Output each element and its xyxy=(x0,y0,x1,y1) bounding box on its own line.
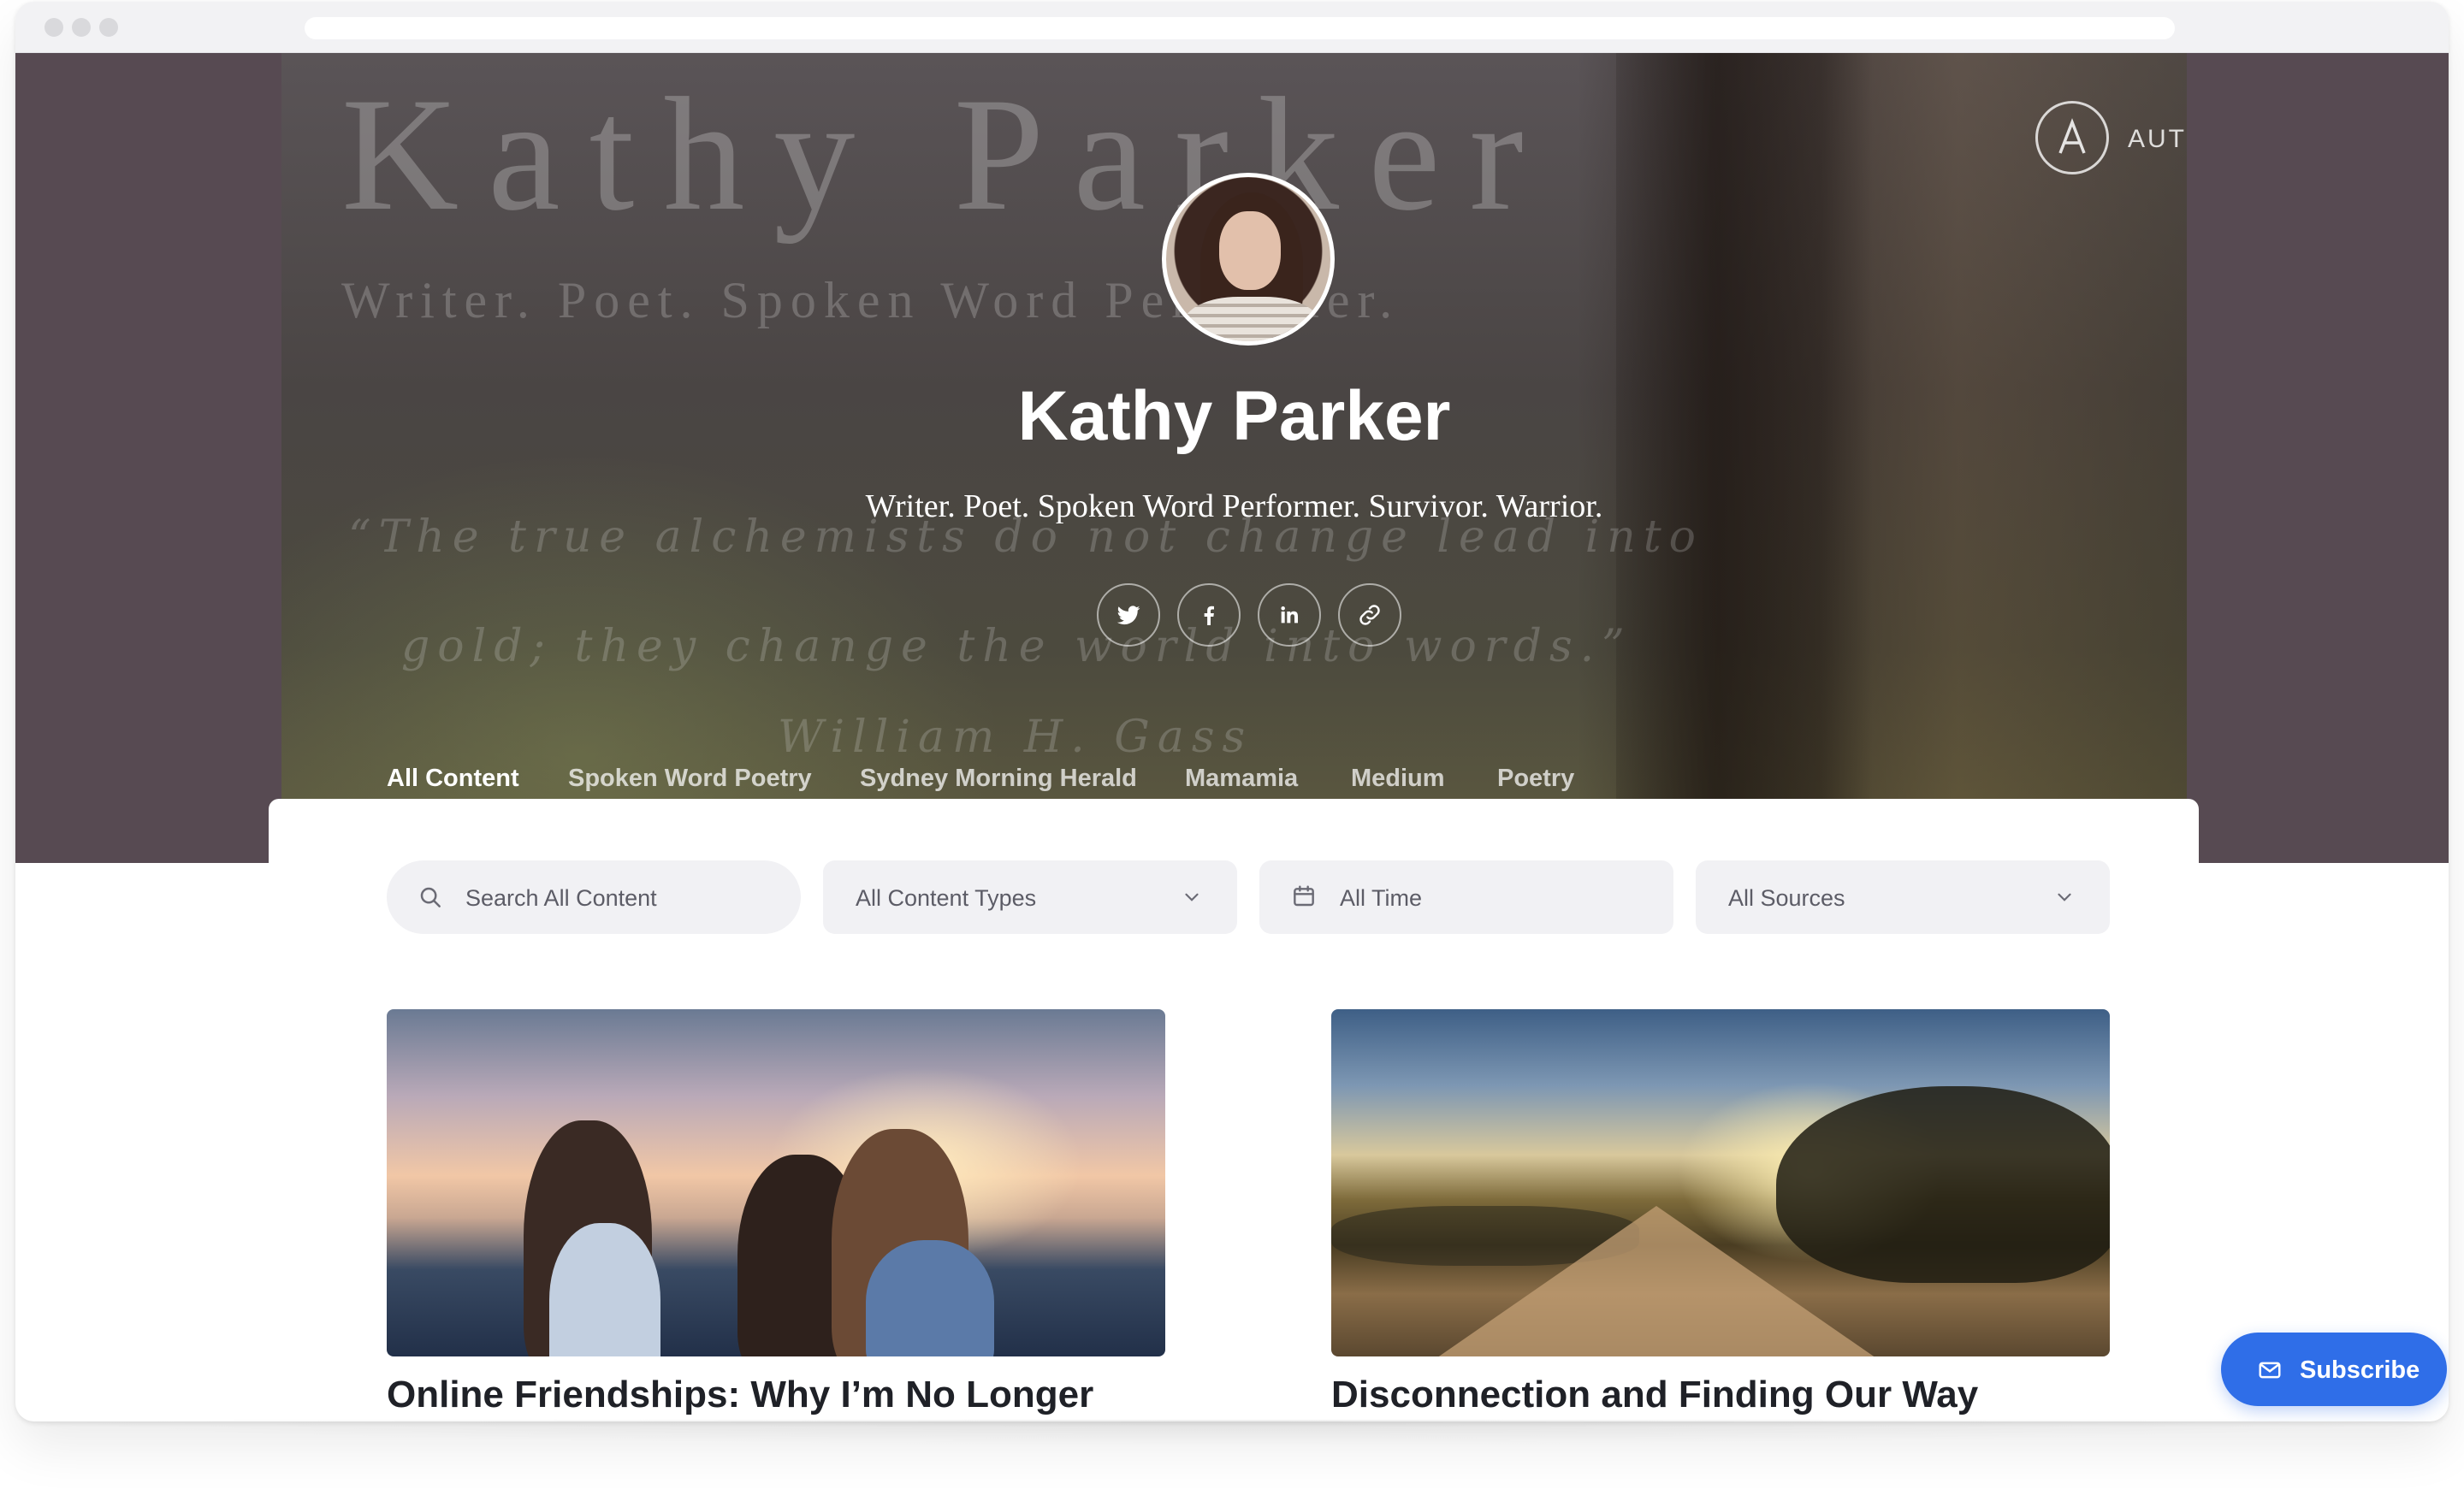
authory-brand[interactable]: AUTHORY xyxy=(2128,125,2187,154)
hero-background-name: Kathy Parker xyxy=(341,65,1553,245)
linkedin-icon xyxy=(1281,606,1298,623)
chevron-down-icon xyxy=(1185,893,1199,901)
calendar-icon xyxy=(1294,885,1314,907)
window-close-dot[interactable] xyxy=(44,18,63,37)
tab-poetry[interactable]: Poetry xyxy=(1497,765,1574,793)
mail-icon xyxy=(2259,1362,2281,1379)
hero-section: Kathy Parker Writer. Poet. Spoken Word P… xyxy=(15,53,2449,863)
twitter-button[interactable] xyxy=(1097,583,1160,647)
browser-titlebar xyxy=(15,2,2449,53)
profile-name: Kathy Parker xyxy=(1017,377,1451,455)
tab-mamamia[interactable]: Mamamia xyxy=(1185,765,1298,793)
chevron-down-icon xyxy=(2058,893,2071,901)
link-icon xyxy=(1359,605,1380,625)
window-zoom-dot[interactable] xyxy=(99,18,118,37)
content-type-value: All Content Types xyxy=(856,885,1037,911)
article-title[interactable]: Online Friendships: Why I’m No Longer xyxy=(387,1374,1093,1416)
website-link-button[interactable] xyxy=(1338,583,1401,647)
time-range-select[interactable]: All Time xyxy=(1259,860,1673,934)
search-icon xyxy=(420,887,441,907)
window-shadow xyxy=(51,1420,2413,1471)
tab-sydney-morning-herald[interactable]: Sydney Morning Herald xyxy=(860,765,1137,793)
avatar xyxy=(1162,173,1335,346)
hero-banner: Kathy Parker Writer. Poet. Spoken Word P… xyxy=(281,53,2187,799)
linkedin-button[interactable] xyxy=(1258,583,1321,647)
tab-spoken-word-poetry[interactable]: Spoken Word Poetry xyxy=(568,765,812,793)
sources-value: All Sources xyxy=(1728,885,1845,911)
article-image-friendships[interactable] xyxy=(387,1009,1165,1356)
search-input[interactable]: Search All Content xyxy=(387,860,801,934)
article-image-disconnection[interactable] xyxy=(1331,1009,2110,1356)
address-bar[interactable] xyxy=(305,17,2175,39)
content-panel: Search All Content All Content Types All… xyxy=(269,799,2199,1421)
hero-background-quote-line2: gold; they change the world into words.” xyxy=(401,621,1632,672)
search-placeholder: Search All Content xyxy=(465,885,657,911)
subscribe-button[interactable]: Subscribe xyxy=(2221,1333,2447,1406)
sources-select[interactable]: All Sources xyxy=(1696,860,2110,934)
subscribe-label: Subscribe xyxy=(2300,1356,2420,1384)
facebook-icon xyxy=(1204,606,1214,625)
tab-medium[interactable]: Medium xyxy=(1351,765,1445,793)
twitter-icon xyxy=(1116,606,1140,625)
profile-tagline: Writer. Poet. Spoken Word Performer. Sur… xyxy=(865,488,1603,524)
authory-logo-icon[interactable] xyxy=(2035,101,2109,174)
content-type-select[interactable]: All Content Types xyxy=(823,860,1237,934)
window-minimize-dot[interactable] xyxy=(72,18,91,37)
facebook-button[interactable] xyxy=(1177,583,1241,647)
hero-background-quote-author: William H. Gass xyxy=(778,712,1253,763)
article-title[interactable]: Disconnection and Finding Our Way xyxy=(1331,1374,1978,1416)
tab-all-content[interactable]: All Content xyxy=(387,765,519,793)
browser-window: Kathy Parker Writer. Poet. Spoken Word P… xyxy=(15,2,2449,1421)
time-range-value: All Time xyxy=(1340,885,1423,911)
